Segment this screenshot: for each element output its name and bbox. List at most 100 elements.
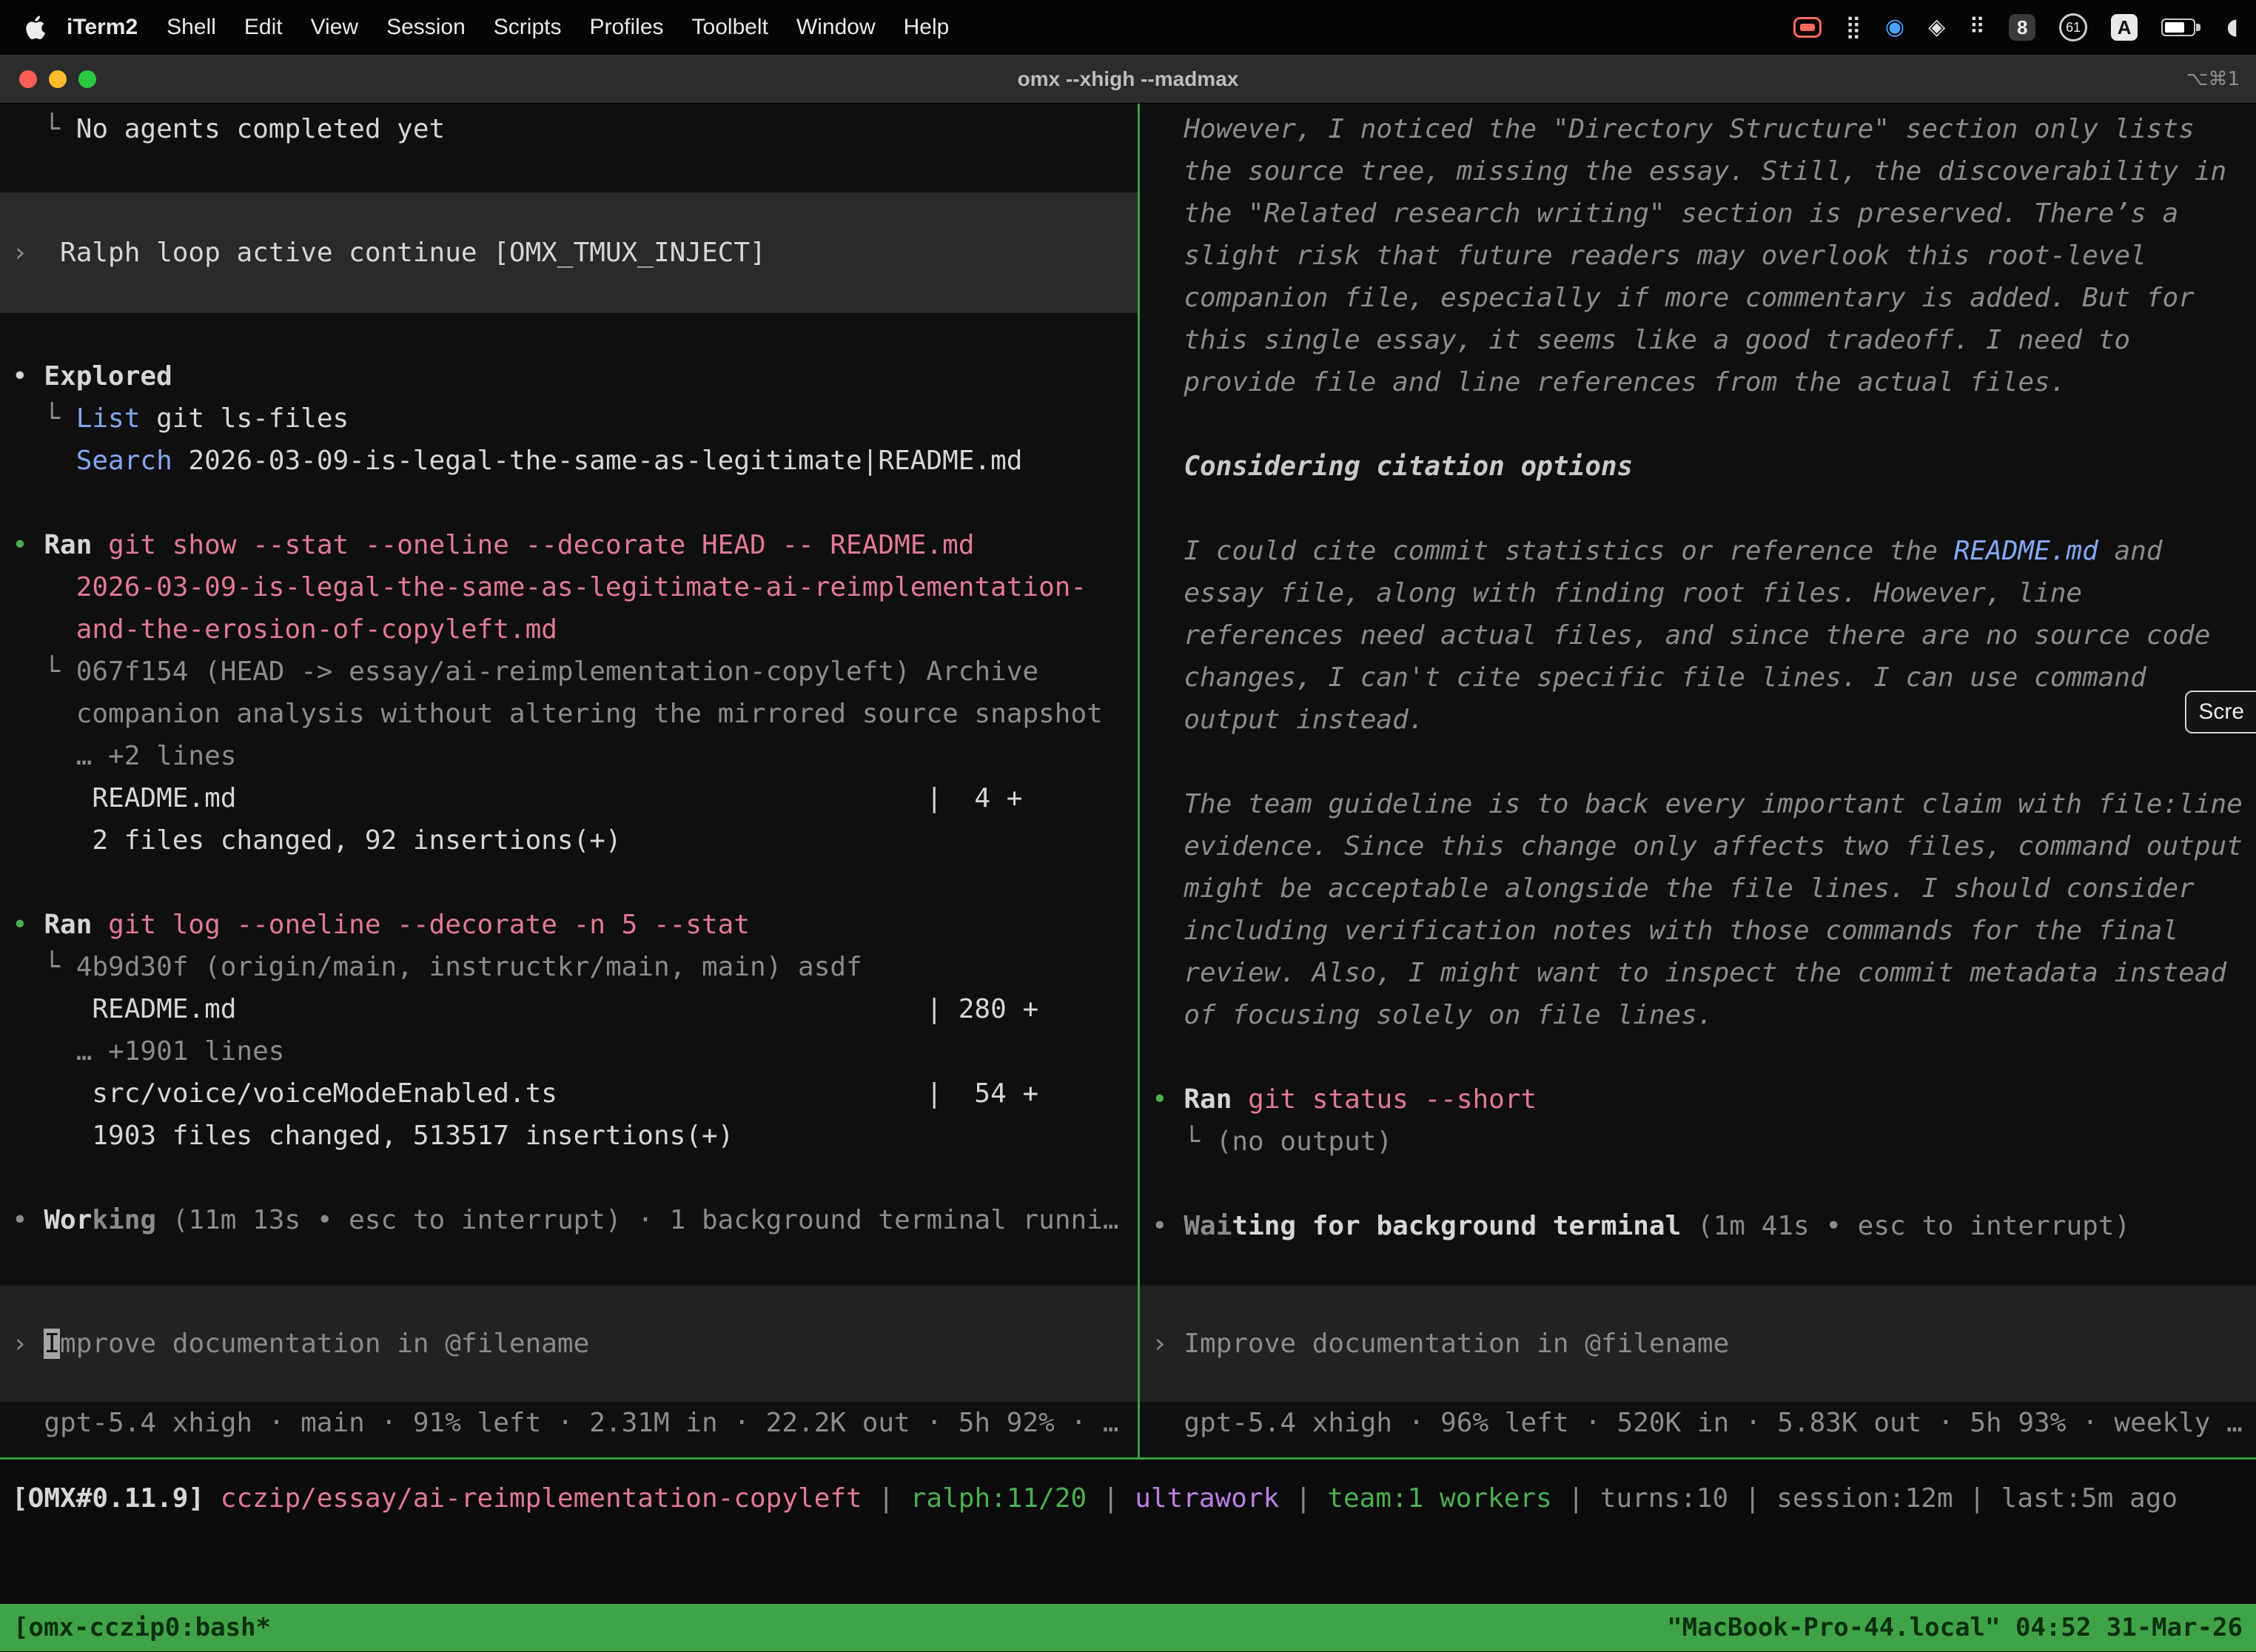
text-run: of focusing solely on file lines.	[1152, 1000, 1713, 1030]
keyboard-grid-icon[interactable]: ⣿	[1845, 16, 1861, 38]
left-prompt-input[interactable]: › Improve documentation in @filename	[0, 1286, 1138, 1402]
menu-help[interactable]: Help	[890, 15, 964, 39]
text-run: ›	[12, 1329, 44, 1359]
menu-toolbelt[interactable]: Toolbelt	[678, 15, 782, 39]
menu-shell[interactable]: Shell	[152, 15, 230, 39]
terminal-line: [OMX#0.11.9] cczip/essay/ai-reimplementa…	[0, 1477, 2256, 1520]
text-run: README.md | 4 +	[12, 783, 1022, 813]
text-run: evidence. Since this change only affects…	[1152, 831, 2243, 862]
close-button[interactable]	[19, 70, 37, 88]
left-pane-footer: › Improve documentation in @filename gpt…	[0, 1286, 1138, 1457]
text-run: •	[12, 530, 44, 560]
text-run	[12, 446, 76, 476]
terminal-line: src/voice/voiceModeEnabled.ts | 54 +	[0, 1072, 1138, 1115]
left-model-statusline: gpt-5.4 xhigh · main · 91% left · 2.31M …	[0, 1402, 1138, 1444]
dots-grid-icon[interactable]: ⠿	[1969, 16, 1985, 38]
menu-session[interactable]: Session	[372, 15, 480, 39]
left-terminal-pane[interactable]: └ No agents completed yet › Ralph loop a…	[0, 104, 1138, 1457]
text-run: references need actual files, and since …	[1152, 620, 2210, 651]
terminal-line: might be acceptable alongside the file l…	[1140, 867, 2256, 910]
terminal-line: the source tree, missing the essay. Stil…	[1140, 150, 2256, 192]
text-run: └	[12, 114, 76, 144]
terminal-line: 2026-03-09-is-legal-the-same-as-legitima…	[0, 566, 1138, 608]
terminal-line	[0, 150, 1138, 192]
terminal-line	[1140, 1036, 2256, 1078]
terminal-line: • Explored	[0, 355, 1138, 397]
menu-window[interactable]: Window	[782, 15, 890, 39]
text-run: |	[862, 1483, 910, 1514]
menu-items: ShellEditViewSessionScriptsProfilesToolb…	[152, 15, 963, 40]
omx-status-line: [OMX#0.11.9] cczip/essay/ai-reimplementa…	[0, 1477, 2256, 1520]
text-run: (no output)	[1216, 1126, 1392, 1157]
terminal-line: Considering citation options	[1140, 446, 2256, 488]
screen-overlay-button[interactable]: Scre	[2185, 691, 2256, 733]
terminal-line	[1140, 1163, 2256, 1205]
text-run: |	[1279, 1483, 1327, 1514]
terminal-line	[0, 482, 1138, 524]
text-run: gpt-5.4 xhigh · main · 91% left · 2.31M …	[12, 1408, 1119, 1438]
text-run: |	[1087, 1483, 1135, 1514]
text-run: output instead.	[1152, 705, 1424, 735]
text-run: including verification notes with those …	[1152, 916, 2178, 946]
terminal-line: and-the-erosion-of-copyleft.md	[0, 608, 1138, 651]
terminal-line: • Working (11m 13s • esc to interrupt) ·…	[0, 1199, 1138, 1241]
zoom-button[interactable]	[78, 70, 96, 88]
battery-percent-icon[interactable]: 61	[2059, 13, 2087, 41]
text-run: git ls-files	[140, 403, 349, 434]
text-run: the "Related research writing" section i…	[1152, 198, 2178, 229]
left-pane-scrollback: └ No agents completed yet	[0, 108, 1138, 192]
menu-bar: iTerm2 ShellEditViewSessionScriptsProfil…	[0, 0, 2256, 55]
menu-view[interactable]: View	[297, 15, 372, 39]
dark-app-icon[interactable]: ◈	[1928, 16, 1945, 38]
blue-app-icon[interactable]: ◉	[1885, 16, 1904, 38]
traffic-lights	[19, 70, 96, 88]
text-run: session:12m	[1776, 1483, 1953, 1514]
text-run: The team guideline is to back every impo…	[1152, 789, 2243, 819]
text-run: 4b9d30f (origin/main, instructkr/main, m…	[76, 952, 862, 982]
text-run: └	[12, 657, 76, 687]
menu-app-name[interactable]: iTerm2	[52, 15, 152, 40]
text-run: mprove documentation in @filename	[60, 1329, 589, 1359]
menu-profiles[interactable]: Profiles	[575, 15, 677, 39]
right-pane-transcript: However, I noticed the "Directory Struct…	[1140, 108, 2256, 1247]
terminal-line: › Improve documentation in @filename	[0, 1323, 1138, 1365]
text-run: (11m 13s • esc to interrupt) · 1 backgro…	[156, 1205, 1118, 1235]
terminal-line	[0, 313, 1138, 355]
text-run: List	[76, 403, 141, 434]
window-title: omx --xhigh --madmax	[1018, 67, 1239, 91]
minimize-button[interactable]	[49, 70, 67, 88]
right-prompt-input[interactable]: › Improve documentation in @filename	[1140, 1286, 2256, 1402]
text-run: Ralph loop active continue [OMX_TMUX_INJ…	[60, 238, 766, 268]
text-run: Wai	[1184, 1211, 1232, 1241]
terminal-line: Search 2026-03-09-is-legal-the-same-as-l…	[0, 440, 1138, 482]
battery-icon[interactable]	[2161, 19, 2195, 36]
text-run: Ran	[1184, 1084, 1248, 1115]
menu-scripts[interactable]: Scripts	[480, 15, 576, 39]
menu-edit[interactable]: Edit	[230, 15, 297, 39]
text-run: README.md	[1954, 536, 2098, 566]
right-terminal-pane[interactable]: However, I noticed the "Directory Struct…	[1140, 104, 2256, 1457]
terminal-line: gpt-5.4 xhigh · 96% left · 520K in · 5.8…	[1140, 1402, 2256, 1444]
apple-menu-icon[interactable]	[24, 15, 46, 40]
text-run: git show --stat --oneline --decorate HEA…	[108, 530, 974, 560]
text-run: Improve documentation in @filename	[1184, 1329, 1729, 1359]
eight-icon[interactable]: 8	[2009, 14, 2035, 41]
right-model-statusline: gpt-5.4 xhigh · 96% left · 520K in · 5.8…	[1140, 1402, 2256, 1444]
text-run: might be acceptable alongside the file l…	[1152, 873, 2195, 904]
text-run: ›	[12, 238, 60, 268]
terminal-line	[0, 862, 1138, 904]
terminal-line: changes, I can't cite specific file line…	[1140, 657, 2256, 699]
text-run: provide file and line references from th…	[1152, 367, 2066, 397]
screen-recording-indicator[interactable]	[1793, 17, 1822, 38]
input-source-icon[interactable]: A	[2111, 14, 2138, 41]
text-run: review. Also, I might want to inspect th…	[1152, 958, 2226, 988]
text-run: ›	[1152, 1329, 1184, 1359]
text-run: Wor	[44, 1205, 92, 1235]
text-run: king	[92, 1205, 156, 1235]
terminal-line: gpt-5.4 xhigh · main · 91% left · 2.31M …	[0, 1402, 1138, 1444]
wifi-icon[interactable]: ◖	[2226, 16, 2238, 38]
text-run: └	[12, 403, 76, 434]
text-run: └	[12, 952, 76, 982]
text-run: Search	[76, 446, 172, 476]
text-run: └	[1152, 1126, 1216, 1157]
